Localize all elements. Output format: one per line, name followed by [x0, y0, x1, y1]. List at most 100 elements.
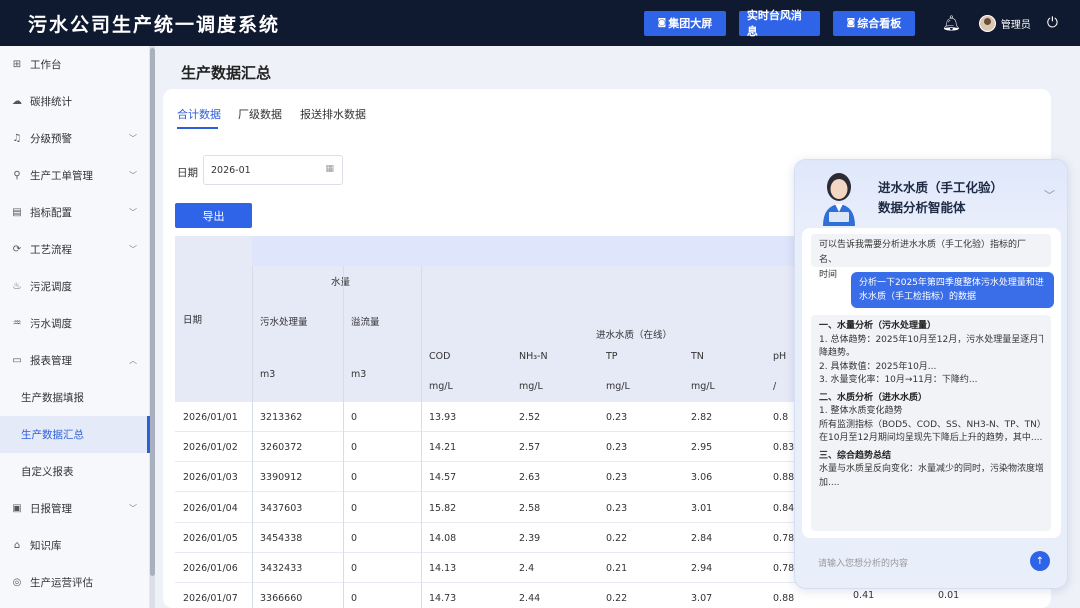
table-cell: 2.4	[519, 562, 535, 574]
send-button[interactable]: ↑	[1030, 551, 1050, 571]
sidebar-item[interactable]: ☁ 碳排统计	[0, 83, 149, 120]
column-divider	[252, 266, 253, 608]
sidebar-item[interactable]: ▤ 指标配置 ﹀	[0, 194, 149, 231]
cloud-icon: ☁	[12, 96, 22, 107]
agent-title: 进水水质（手工化验） 数据分析智能体	[878, 180, 1004, 215]
col-unit: mg/L	[598, 371, 683, 402]
org-icon: ⚲	[13, 170, 21, 181]
sidebar-item[interactable]: ⟳ 工艺流程 ﹀	[0, 231, 149, 268]
date-picker-input[interactable]: 2026-01 ▦	[203, 155, 343, 185]
monitor-icon: ◙	[846, 18, 856, 28]
logout-power-icon[interactable]: ⏻	[1047, 15, 1058, 31]
col-header: TN	[683, 341, 765, 371]
group-screen-button[interactable]: ◙ 集团大屏	[643, 10, 726, 36]
active-tab-indicator	[177, 127, 218, 129]
eval-icon: ◎	[12, 577, 22, 588]
arrow-up-icon: ↑	[1035, 555, 1045, 567]
sidebar-item[interactable]: ♫ 分级预警 ﹀	[0, 120, 149, 157]
water-icon: ♒	[12, 318, 22, 329]
table-cell: 0.21	[606, 562, 628, 574]
reply-line: 所有监测指标（BOD5、COD、SS、NH3-N、TP、TN）	[819, 419, 1043, 430]
sidebar-item[interactable]: ♨ 污泥调度	[0, 268, 149, 305]
tab-plant-data[interactable]: 厂级数据	[238, 106, 282, 122]
sidebar: ⊞ 工作台 ☁ 碳排统计 ♫ 分级预警 ﹀ ⚲ 生产工单管理 ﹀ ▤ 指标配置 ﹀ ⟳ 工艺流程 ﹀ ♨ 污泥调度…	[0, 46, 150, 608]
tab-submitted-discharge-data[interactable]: 报送排水数据	[300, 106, 366, 122]
notification-bell-icon[interactable]: 🔔︎	[942, 14, 961, 32]
row-date: 2026/01/02	[183, 441, 238, 453]
table-cell: 0	[351, 532, 358, 544]
table-cell: 0	[351, 471, 358, 483]
reply-line: 加....	[819, 477, 840, 488]
collapse-chevron-icon[interactable]: ﹀	[1044, 187, 1055, 203]
table-cell: 2.94	[691, 562, 713, 574]
sidebar-item[interactable]: ⚲ 生产工单管理 ﹀	[0, 157, 149, 194]
table-cell: 0	[351, 562, 358, 574]
table-cell: 0.23	[606, 411, 628, 423]
sidebar-item[interactable]: ⌂ 知识库	[0, 527, 149, 564]
table-cell: 3437603	[260, 502, 303, 514]
chat-messages: 可以告诉我需要分析进水水质（手工化验）指标的厂名、 时间 分析一下2025年第四…	[802, 228, 1061, 538]
user-name[interactable]: 管理员	[1001, 16, 1031, 31]
row-date: 2026/01/06	[183, 562, 238, 574]
chat-input[interactable]: 请输入您想分析的内容	[818, 556, 908, 569]
sidebar-scroll-thumb[interactable]	[150, 48, 155, 576]
date-header: 日期	[175, 236, 252, 402]
reply-line: 1. 总体趋势：2025年10月至12月，污水处理量呈逐月下	[819, 334, 1043, 345]
table-cell: 0	[351, 411, 358, 423]
app-title: 污水公司生产统一调度系统	[28, 13, 281, 36]
row-date: 2026/01/07	[183, 592, 238, 604]
column-divider	[421, 266, 422, 608]
sidebar-item[interactable]: 自定义报表	[0, 453, 149, 490]
agent-avatar-icon	[823, 173, 855, 226]
chevron-down-icon: ﹀	[129, 134, 137, 143]
table-cell: 0.22	[606, 532, 628, 544]
table-cell: 0.23	[606, 502, 628, 514]
sidebar-item[interactable]: ▭ 报表管理 ︿	[0, 342, 149, 379]
export-button[interactable]: 导出	[175, 203, 252, 228]
user-avatar[interactable]	[978, 14, 996, 32]
table-cell: 14.21	[429, 441, 457, 453]
bell-icon: ♫	[12, 133, 22, 144]
row-date: 2026/01/04	[183, 502, 238, 514]
reply-section-heading: 三、综合趋势总结	[819, 450, 892, 461]
column-divider	[343, 266, 344, 608]
sidebar-item-label: 自定义报表	[21, 466, 74, 478]
grid-icon: ⊞	[12, 59, 22, 70]
sidebar-item-label: 工作台	[30, 59, 62, 71]
tab-total-data[interactable]: 合计数据	[177, 106, 221, 122]
sidebar-item-label: 生产数据填报	[21, 392, 84, 404]
sidebar-item-label: 碳排统计	[30, 96, 72, 108]
sidebar-item-label: 指标配置	[30, 207, 72, 219]
table-cell: 3.07	[691, 592, 713, 604]
table-cell: 14.13	[429, 562, 457, 574]
sidebar-item-label: 生产工单管理	[30, 170, 93, 182]
typhoon-news-button[interactable]: 实时台风消息	[738, 9, 820, 38]
sidebar-item[interactable]: ⊞ 工作台	[0, 46, 149, 83]
table-cell: 3.01	[691, 502, 713, 514]
sidebar-item[interactable]: ♒ 污水调度	[0, 305, 149, 342]
table-cell: 3213362	[260, 411, 303, 423]
dashboard-button[interactable]: ◙ 综合看板	[832, 10, 915, 36]
sidebar-item-label: 知识库	[30, 540, 62, 552]
reply-line: 1. 整体水质变化趋势	[819, 406, 903, 416]
row-date: 2026/01/03	[183, 471, 238, 483]
ai-agent-panel: 进水水质（手工化验） 数据分析智能体 ﹀ 可以告诉我需要分析进水水质（手工化验）…	[794, 159, 1068, 589]
table-cell: 14.08	[429, 532, 457, 544]
sidebar-item[interactable]: ◎ 生产运营评估	[0, 564, 149, 601]
sidebar-item[interactable]: ▣ 日报管理 ﹀	[0, 490, 149, 527]
table-cell: 2.52	[519, 411, 541, 423]
reply-line: 在10月至12月期间均呈现先下降后上升的趋势，其中....	[819, 433, 1043, 443]
col-unit: mg/L	[421, 371, 511, 402]
col-unit: m3	[343, 346, 421, 402]
col-header: 污水处理量	[252, 296, 343, 346]
sludge-icon: ♨	[12, 281, 22, 292]
sidebar-item[interactable]: 生产数据填报	[0, 379, 149, 416]
chevron-down-icon: ﹀	[129, 208, 137, 217]
sidebar-item-label: 日报管理	[30, 503, 72, 515]
date-label: 日期	[177, 167, 198, 179]
table-cell: 3260372	[260, 441, 303, 453]
sidebar-item[interactable]: 生产数据汇总	[0, 416, 150, 453]
col-header: NH₃-N	[511, 341, 598, 371]
reply-line: 降趋势。	[819, 348, 856, 358]
table-cell: 14.57	[429, 471, 457, 483]
